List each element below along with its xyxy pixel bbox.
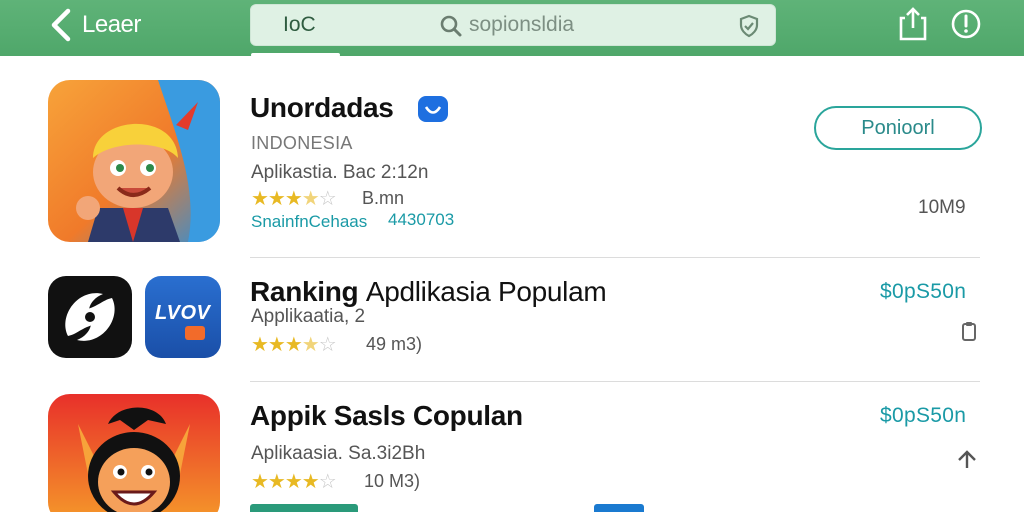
bottom-button[interactable] [594,504,644,512]
app-category: Applikaatia, 2 [251,306,366,327]
app-icon-label: LVOV [155,302,211,324]
app-category: Aplikastia. Bac 2:12n [251,162,429,183]
clipboard-icon[interactable] [958,320,980,342]
bottom-button[interactable] [250,504,358,512]
rating-count: B.mn [362,188,405,208]
app-category: Aplikaasia. Sa.3i2Bh [251,443,426,464]
app-price[interactable]: $0pS50n [880,404,966,428]
app-title-rest: Apdlikasia Populam [365,276,607,307]
upload-icon[interactable] [956,448,978,470]
swirl-logo-icon [65,293,115,341]
app-icon[interactable] [48,394,220,512]
app-title-bold: Ranking [250,276,359,307]
rating-count: 49 m3) [366,334,423,354]
app-row[interactable]: Unordadas INDONESIA Aplikastia. Bac 2:12… [0,0,1024,250]
rating-count: 10 M3) [364,471,421,491]
play-badge [185,326,205,340]
app-icon[interactable]: LVOV [145,276,221,358]
app-title[interactable]: Unordadas [250,92,394,124]
rating-stars: ★★★★☆ [251,471,337,493]
developer-name[interactable]: SnainfnCehaas [251,212,367,232]
app-row[interactable]: LVOV Ranking Apdlikasia Populam Applikaa… [0,258,1024,382]
app-icon[interactable] [48,276,132,358]
app-title[interactable]: Appik Sasls Copulan [250,400,523,432]
app-icon[interactable] [48,80,220,242]
rating-stars: ★★★★☆ [251,188,337,210]
app-row[interactable]: Appik Sasls Copulan Aplikaasia. Sa.3i2Bh… [0,382,1024,512]
app-price[interactable]: $0pS50n [880,280,966,304]
check-icon [424,106,442,114]
app-title[interactable]: Ranking Apdlikasia Populam [250,276,607,308]
app-subtitle: INDONESIA [251,133,353,153]
verified-badge [418,96,448,122]
download-button[interactable]: Ponioorl [814,106,982,150]
app-size: 10M9 [918,197,966,218]
rating-stars: ★★★★☆ [251,334,337,356]
developer-count: 4430703 [388,210,455,229]
